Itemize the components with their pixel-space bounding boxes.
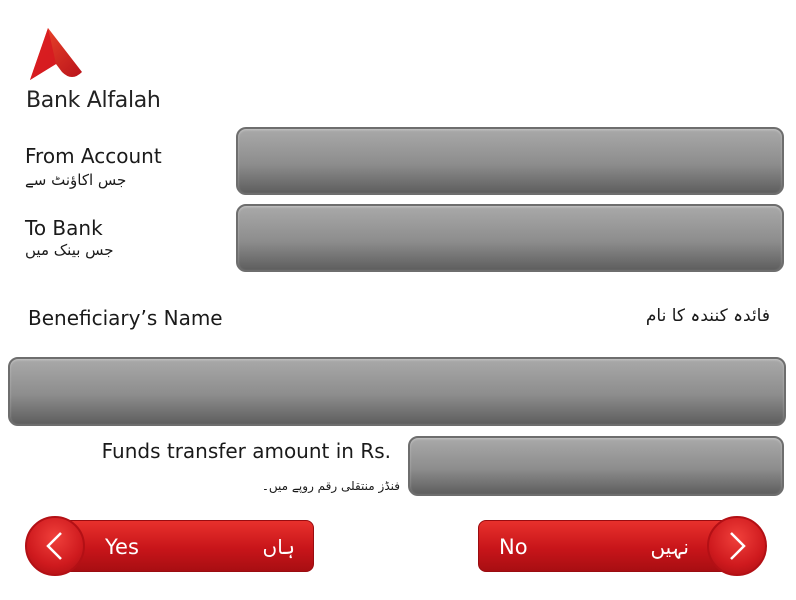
from-account-label-urdu: جس اکاؤنٹ سے xyxy=(25,171,127,189)
to-bank-field[interactable] xyxy=(236,204,784,272)
no-label: No xyxy=(499,535,528,559)
brand-name: Bank Alfalah xyxy=(26,88,161,113)
amount-label: Funds transfer amount in Rs. xyxy=(101,439,391,463)
no-button[interactable]: No نہیں xyxy=(478,520,742,572)
chevron-left-icon xyxy=(46,532,62,560)
from-account-field[interactable] xyxy=(236,127,784,195)
yes-chevron-button[interactable] xyxy=(25,516,85,576)
to-bank-label-urdu: جس بینک میں xyxy=(25,241,114,259)
yes-label-urdu: ہاں xyxy=(262,535,296,559)
yes-button[interactable]: Yes ہاں xyxy=(46,520,314,572)
beneficiary-name-label-urdu: فائدہ کنندہ کا نام xyxy=(645,306,770,326)
alfalah-logo-icon xyxy=(30,28,82,80)
no-label-urdu: نہیں xyxy=(650,535,689,559)
beneficiary-name-label: Beneficiary’s Name xyxy=(28,306,223,330)
bank-logo: Bank Alfalah xyxy=(26,26,166,116)
no-chevron-button[interactable] xyxy=(707,516,767,576)
amount-label-urdu: فنڈز منتقلی رقم روپے میں۔ xyxy=(261,479,400,493)
to-bank-label: To Bank xyxy=(25,216,103,240)
yes-label: Yes xyxy=(105,535,139,559)
from-account-label: From Account xyxy=(25,144,162,168)
beneficiary-name-field[interactable] xyxy=(8,357,786,426)
amount-field[interactable] xyxy=(408,436,784,496)
chevron-right-icon xyxy=(730,532,746,560)
